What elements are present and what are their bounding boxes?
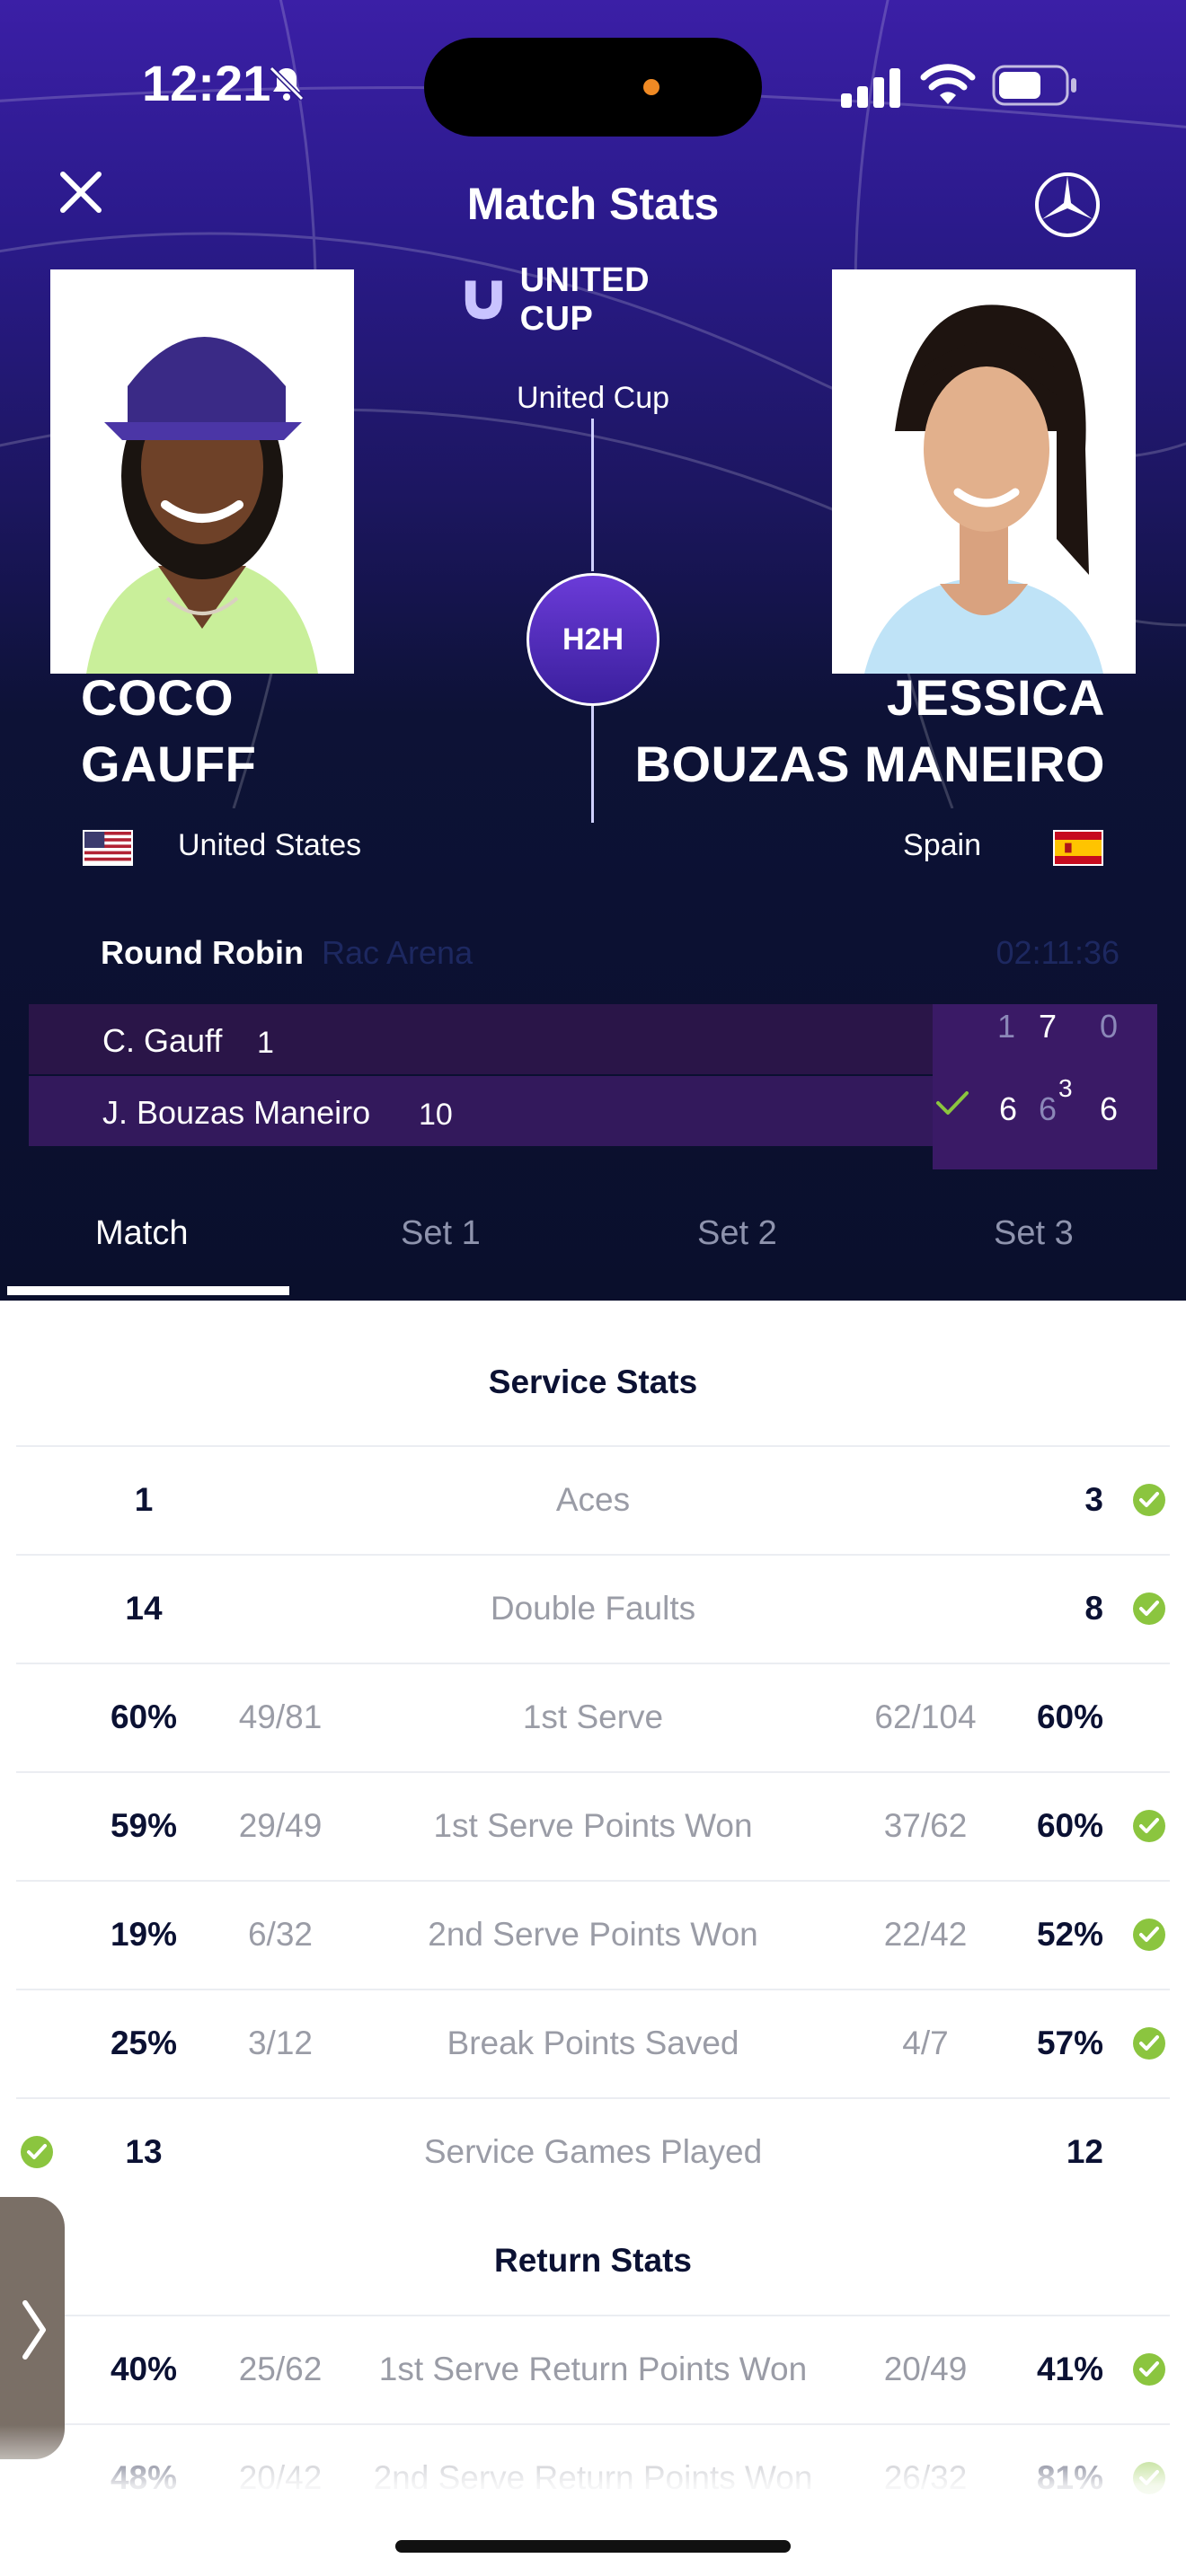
stat-label: Aces	[555, 1481, 631, 1518]
winner-badge-icon	[1133, 1484, 1165, 1516]
stat-row: 25% 3/12 Break Points Saved 4/7 57%	[16, 1989, 1170, 2097]
dynamic-island	[424, 38, 762, 137]
stat-label: 1st Serve Points Won	[433, 1807, 753, 1844]
stat-right-value: 3	[1084, 1481, 1103, 1518]
stat-label: 1st Serve Return Points Won	[378, 2351, 808, 2387]
set-score: 6	[1099, 1090, 1119, 1127]
stat-left-value: 14	[125, 1590, 163, 1627]
active-tab-indicator	[7, 1286, 289, 1295]
stat-right-value: 8	[1084, 1590, 1103, 1627]
player-right-photo	[832, 269, 1136, 674]
tab-match[interactable]: Match	[95, 1214, 188, 1253]
spain-flag-icon	[1053, 830, 1103, 866]
winner-badge-icon	[21, 2136, 53, 2168]
player-left-last-name: GAUFF	[81, 736, 257, 792]
set-score: 1	[996, 1008, 1016, 1045]
stat-label: Break Points Saved	[447, 2025, 739, 2061]
chevron-right-icon[interactable]	[13, 2296, 54, 2364]
stat-row: 40% 25/62 1st Serve Return Points Won 20/49…	[16, 2315, 1170, 2423]
tab-set-1[interactable]: Set 1	[401, 1214, 481, 1253]
scoreboard-seed: 10	[419, 1098, 453, 1132]
stat-label: Service Games Played	[423, 2133, 763, 2170]
player-left-portrait	[50, 269, 354, 674]
stat-right-value: 52%	[1036, 1916, 1103, 1953]
player-right-country: Spain	[903, 828, 981, 862]
return-stats-title: Return Stats	[494, 2242, 692, 2279]
round-label: Round Robin	[101, 934, 304, 971]
tiebreak-score: 3	[1058, 1074, 1073, 1102]
venue-label: Rac Arena	[322, 934, 474, 971]
stat-right-detail: 4/7	[902, 2025, 949, 2061]
stat-right-value: 41%	[1036, 2351, 1103, 2387]
set-score: 6	[998, 1090, 1018, 1127]
mercedes-logo-icon	[1035, 172, 1100, 237]
stat-label: Double Faults	[490, 1590, 696, 1627]
stat-right-detail: 22/42	[883, 1916, 968, 1953]
service-stats-title: Service Stats	[488, 1363, 698, 1400]
us-flag-icon	[83, 830, 133, 866]
event-name: United Cup	[516, 381, 670, 415]
home-indicator[interactable]	[395, 2540, 791, 2553]
scoreboard-seed: 1	[257, 1026, 274, 1060]
united-cup-brand: UNITED CUP	[458, 261, 728, 338]
stat-row: 13 Service Games Played 12	[16, 2097, 1170, 2206]
bell-slash-icon	[269, 66, 305, 101]
stat-right-value: 57%	[1036, 2025, 1103, 2061]
page-title: Match Stats	[466, 179, 720, 229]
stats-tabs: Match Set 1 Set 2 Set 3	[0, 1195, 1186, 1301]
stat-row: 14 Double Faults 8	[16, 1554, 1170, 1663]
stat-right-detail: 62/104	[874, 1698, 977, 1735]
brand-name: UNITED CUP	[519, 261, 651, 338]
winner-badge-icon	[1133, 1919, 1165, 1951]
stat-right-detail: 37/62	[883, 1807, 968, 1844]
stat-label: 1st Serve	[522, 1698, 664, 1735]
stat-label: 2nd Serve Points Won	[428, 1916, 758, 1953]
battery-icon	[992, 65, 1076, 106]
set-score: 7	[1038, 1008, 1058, 1045]
status-time: 12:21	[142, 55, 271, 111]
set-score: 0	[1099, 1008, 1119, 1045]
winner-badge-icon	[1133, 1592, 1165, 1625]
stat-left-value: 13	[125, 2133, 163, 2170]
player-left-photo	[50, 269, 354, 674]
united-cup-logo-icon	[465, 280, 502, 320]
stat-right-value: 12	[1066, 2133, 1103, 2170]
stat-row: 60% 49/81 1st Serve 62/104 60%	[16, 1663, 1170, 1771]
player-right-name: JESSICA BOUZAS MANEIRO	[635, 665, 1105, 798]
player-right-last-name: BOUZAS MANEIRO	[634, 736, 1105, 792]
match-header: 12:21 Match Stats UNITED CUP United Cup …	[0, 0, 1186, 1301]
stat-right-value: 60%	[1036, 1698, 1103, 1735]
stat-left-value: 1	[134, 1481, 154, 1518]
player-left-first-name: COCO	[81, 669, 234, 726]
winner-check-icon	[936, 1091, 969, 1115]
stat-row: 1 Aces 3	[16, 1445, 1170, 1554]
signal-icon	[841, 68, 900, 108]
wifi-icon	[920, 64, 976, 104]
player-right-first-name: JESSICA	[886, 669, 1105, 726]
player-left-name: COCO GAUFF	[81, 665, 256, 798]
divider-line	[591, 419, 594, 571]
stat-row: 19% 6/32 2nd Serve Points Won 22/42 52%	[16, 1880, 1170, 1989]
winner-badge-icon	[1133, 2027, 1165, 2060]
player-left-country: United States	[178, 828, 362, 862]
match-duration: 02:11:36	[996, 934, 1120, 971]
stat-right-detail: 20/49	[883, 2351, 968, 2387]
scoreboard-player-name: C. Gauff	[102, 1022, 223, 1059]
bottom-fade	[0, 2425, 1186, 2576]
tab-set-3[interactable]: Set 3	[994, 1214, 1074, 1253]
stat-row: 59% 29/49 1st Serve Points Won 37/62 60%	[16, 1771, 1170, 1880]
camera-indicator	[643, 79, 659, 95]
tab-set-2[interactable]: Set 2	[697, 1214, 777, 1253]
winner-badge-icon	[1133, 2353, 1165, 2386]
stat-right-value: 60%	[1036, 1807, 1103, 1844]
scoreboard-player-name: J. Bouzas Maneiro	[102, 1094, 371, 1131]
divider-line	[591, 706, 594, 823]
player-right-portrait	[832, 269, 1136, 674]
winner-badge-icon	[1133, 1810, 1165, 1842]
